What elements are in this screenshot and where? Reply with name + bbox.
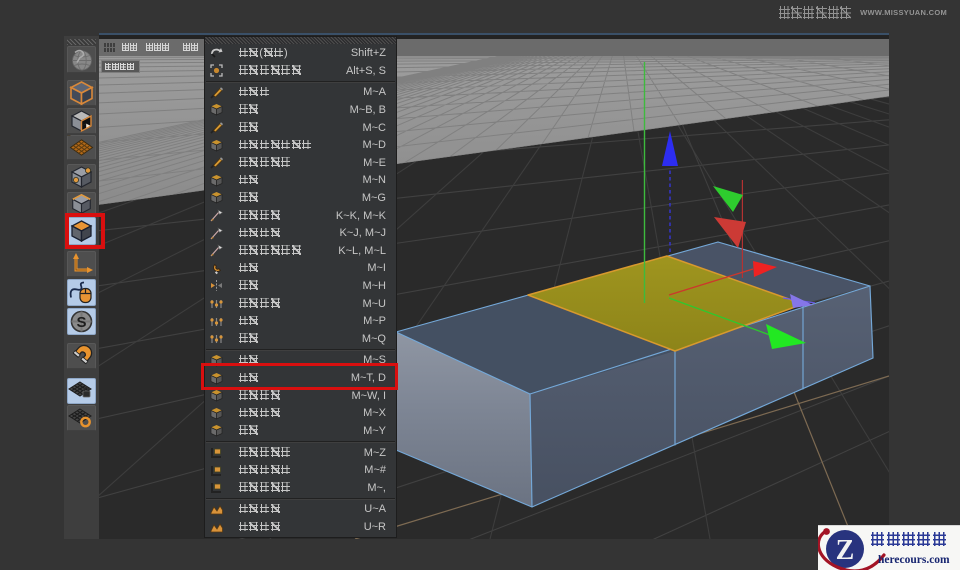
svg-text:S: S [76,314,86,331]
svg-text:Z: Z [836,535,855,566]
